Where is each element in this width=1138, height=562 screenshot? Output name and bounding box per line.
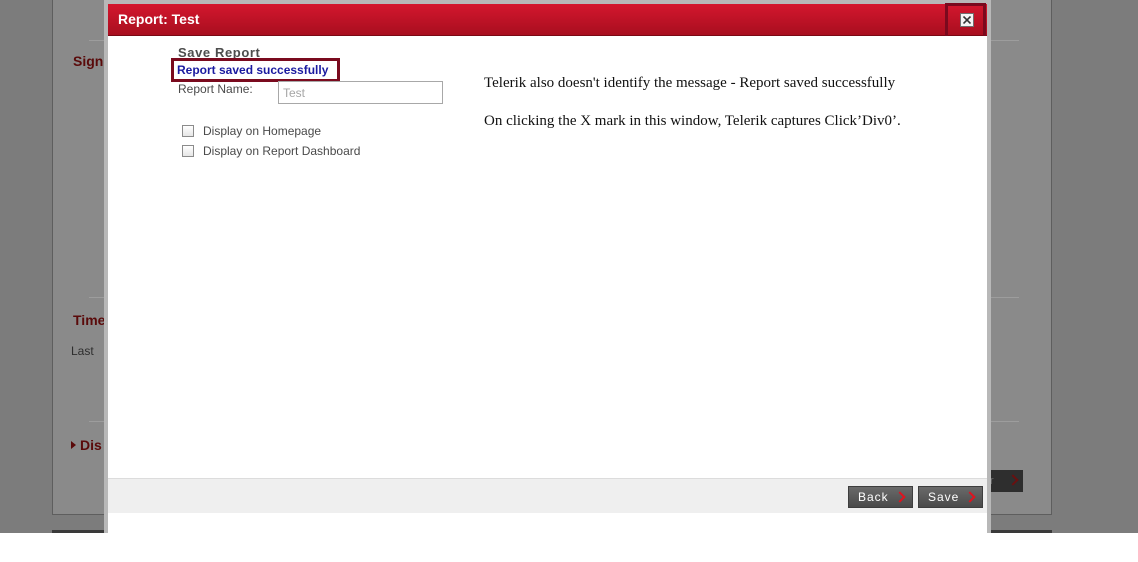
back-button-label: Back: [858, 490, 889, 504]
background-heading-time: Time: [73, 312, 106, 328]
save-button[interactable]: Save: [918, 486, 983, 508]
save-button-label: Save: [928, 490, 960, 504]
background-button: r: [986, 470, 1023, 492]
back-button[interactable]: Back: [848, 486, 913, 508]
background-text-last: Last: [71, 344, 94, 358]
expand-arrow-icon: [71, 441, 76, 449]
display-on-homepage-checkbox[interactable]: [182, 125, 194, 137]
annotation-note: On clicking the X mark in this window, T…: [484, 113, 901, 129]
dialog-title: Report: Test: [118, 11, 200, 27]
dialog-bottom-edge: [108, 513, 987, 533]
report-name-label: Report Name:: [178, 82, 253, 96]
background-heading-sign: Sign: [73, 53, 104, 69]
chevron-right-icon: [1007, 474, 1019, 486]
checkbox-row-dashboard[interactable]: Display on Report Dashboard: [182, 144, 360, 158]
success-message-highlight: Report saved successfully: [171, 58, 340, 82]
chevron-right-icon: [964, 491, 976, 503]
checkbox-label: Display on Report Dashboard: [203, 144, 361, 158]
dialog-footer: Back Save: [108, 478, 987, 513]
report-dialog: Report: Test Save Report Report saved su…: [104, 0, 991, 533]
checkbox-row-homepage[interactable]: Display on Homepage: [182, 124, 321, 138]
report-name-input[interactable]: [278, 81, 443, 104]
annotation-note: Telerik also doesn't identify the messag…: [484, 75, 896, 91]
display-on-dashboard-checkbox[interactable]: [182, 145, 194, 157]
success-message: Report saved successfully: [177, 63, 329, 77]
checkbox-label: Display on Homepage: [203, 124, 322, 138]
background-heading-dis: Dis: [80, 437, 102, 453]
dialog-content: Save Report Report saved successfully Re…: [108, 36, 987, 478]
dialog-titlebar[interactable]: Report: Test: [108, 4, 987, 36]
chevron-right-icon: [894, 491, 906, 503]
